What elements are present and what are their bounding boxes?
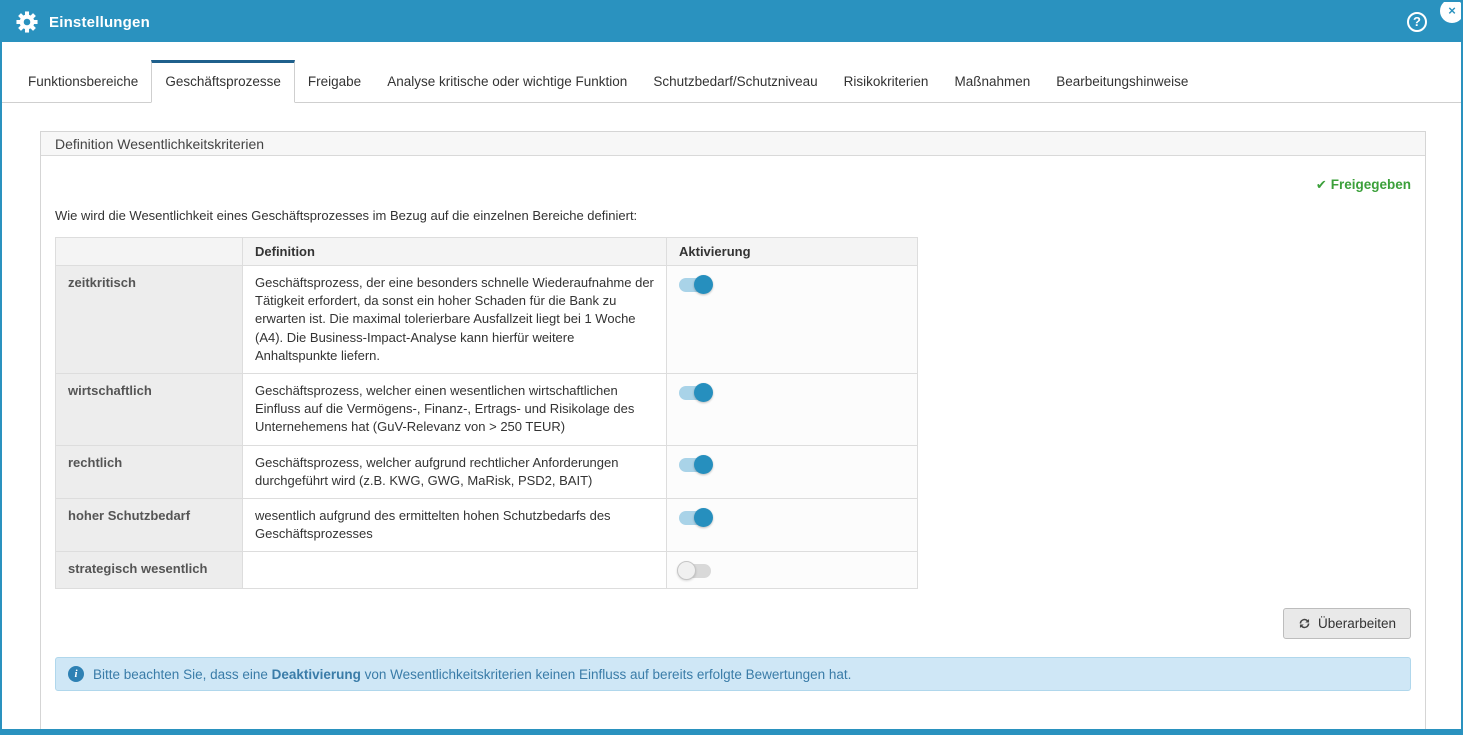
status-label: Freigegeben xyxy=(1331,177,1411,192)
criterion-definition: Geschäftsprozess, welcher einen wesentli… xyxy=(243,373,667,445)
window-title: Einstellungen xyxy=(49,14,150,31)
tab-analyse-kritische-funktion[interactable]: Analyse kritische oder wichtige Funktion xyxy=(374,61,640,102)
tab-freigabe[interactable]: Freigabe xyxy=(295,61,374,102)
tab-schutzbedarf-schutzniveau[interactable]: Schutzbedarf/Schutzniveau xyxy=(640,61,830,102)
info-text-suffix: von Wesentlichkeitskriterien keinen Einf… xyxy=(361,667,852,682)
gear-icon xyxy=(16,11,38,33)
title-bar: Einstellungen ? xyxy=(2,2,1461,42)
tab-massnahmen[interactable]: Maßnahmen xyxy=(941,61,1043,102)
criterion-activation-cell xyxy=(667,552,918,589)
table-row-wirtschaftlich: wirtschaftlich Geschäftsprozess, welcher… xyxy=(56,373,918,445)
status-badge: ✔ Freigegeben xyxy=(1316,177,1411,192)
info-text: Bitte beachten Sie, dass eine Deaktivier… xyxy=(93,667,851,682)
criterion-definition: wesentlich aufgrund des ermittelten hohe… xyxy=(243,498,667,551)
criterion-label: wirtschaftlich xyxy=(56,373,243,445)
refresh-icon xyxy=(1298,617,1311,630)
criterion-activation-cell xyxy=(667,445,918,498)
tab-bearbeitungshinweise[interactable]: Bearbeitungshinweise xyxy=(1043,61,1201,102)
criterion-label: zeitkritisch xyxy=(56,266,243,374)
action-row: Überarbeiten xyxy=(55,608,1411,639)
table-row-hoher-schutzbedarf: hoher Schutzbedarf wesentlich aufgrund d… xyxy=(56,498,918,551)
activation-toggle[interactable] xyxy=(679,458,711,472)
check-icon: ✔ xyxy=(1316,177,1327,192)
criterion-label: rechtlich xyxy=(56,445,243,498)
rework-button[interactable]: Überarbeiten xyxy=(1283,608,1411,639)
toggle-knob xyxy=(694,275,713,294)
criterion-definition: Geschäftsprozess, welcher aufgrund recht… xyxy=(243,445,667,498)
table-row-zeitkritisch: zeitkritisch Geschäftsprozess, der eine … xyxy=(56,266,918,374)
panel-title: Definition Wesentlichkeitskriterien xyxy=(41,132,1425,156)
criterion-definition xyxy=(243,552,667,589)
intro-text: Wie wird die Wesentlichkeit eines Geschä… xyxy=(55,208,1411,223)
header-definition: Definition xyxy=(243,238,667,266)
settings-window: Einstellungen ? × Funktionsbereiche Gesc… xyxy=(0,0,1463,735)
close-icon[interactable]: × xyxy=(1439,0,1463,24)
info-text-bold: Deaktivierung xyxy=(272,667,361,682)
criterion-label: hoher Schutzbedarf xyxy=(56,498,243,551)
table-header-row: Definition Aktivierung xyxy=(56,238,918,266)
toggle-knob xyxy=(694,508,713,527)
table-row-rechtlich: rechtlich Geschäftsprozess, welcher aufg… xyxy=(56,445,918,498)
rework-button-label: Überarbeiten xyxy=(1318,616,1396,631)
activation-toggle[interactable] xyxy=(679,511,711,525)
tab-bar: Funktionsbereiche Geschäftsprozesse Frei… xyxy=(2,42,1461,103)
info-banner: i Bitte beachten Sie, dass eine Deaktivi… xyxy=(55,657,1411,691)
panel-body: ✔ Freigegeben Wie wird die Wesentlichkeit… xyxy=(41,156,1425,731)
toggle-knob xyxy=(694,455,713,474)
toggle-knob xyxy=(677,561,696,580)
criterion-activation-cell xyxy=(667,498,918,551)
activation-toggle[interactable] xyxy=(679,278,711,292)
tab-risikokriterien[interactable]: Risikokriterien xyxy=(831,61,942,102)
tab-geschaeftsprozesse[interactable]: Geschäftsprozesse xyxy=(151,60,295,103)
info-text-prefix: Bitte beachten Sie, dass eine xyxy=(93,667,272,682)
toggle-knob xyxy=(694,383,713,402)
criterion-activation-cell xyxy=(667,373,918,445)
status-line: ✔ Freigegeben xyxy=(55,176,1411,194)
criterion-activation-cell xyxy=(667,266,918,374)
criterion-label: strategisch wesentlich xyxy=(56,552,243,589)
criterion-definition: Geschäftsprozess, der eine besonders sch… xyxy=(243,266,667,374)
tab-funktionsbereiche[interactable]: Funktionsbereiche xyxy=(15,61,151,102)
activation-toggle[interactable] xyxy=(679,564,711,578)
definition-panel: Definition Wesentlichkeitskriterien ✔ Fre… xyxy=(40,131,1426,732)
criteria-table: Definition Aktivierung zeitkritisch Gesc… xyxy=(55,237,918,589)
help-icon[interactable]: ? xyxy=(1407,12,1427,32)
table-row-strategisch-wesentlich: strategisch wesentlich xyxy=(56,552,918,589)
activation-toggle[interactable] xyxy=(679,386,711,400)
header-activation: Aktivierung xyxy=(667,238,918,266)
info-icon: i xyxy=(68,666,84,682)
header-criterion xyxy=(56,238,243,266)
